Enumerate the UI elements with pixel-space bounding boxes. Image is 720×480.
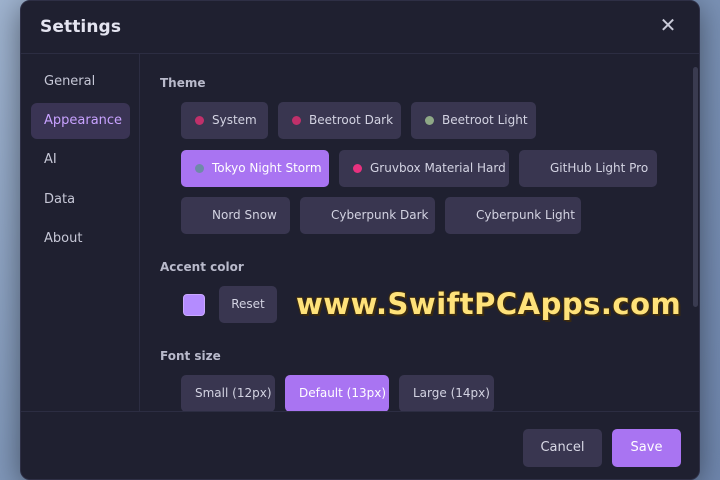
theme-option-nord-snow[interactable]: Nord Snow <box>181 197 290 234</box>
theme-option-label: Beetroot Dark <box>309 113 394 127</box>
theme-color-dot <box>195 211 204 220</box>
theme-option-cyberpunk-light[interactable]: Cyberpunk Light <box>445 197 581 234</box>
font-size-label: Font size <box>160 349 221 363</box>
accent-color-label: Accent color <box>160 260 244 274</box>
theme-option-label: Gruvbox Material Hard <box>370 161 506 175</box>
sidebar-item-general[interactable]: General <box>31 64 130 100</box>
theme-option-github-light-pro[interactable]: GitHub Light Pro <box>519 150 657 187</box>
theme-option-label: Nord Snow <box>212 208 277 222</box>
theme-color-dot <box>425 116 434 125</box>
theme-color-dot <box>533 164 542 173</box>
theme-option-beetroot-light[interactable]: Beetroot Light <box>411 102 536 139</box>
theme-color-dot <box>353 164 362 173</box>
theme-option-label: Cyberpunk Light <box>476 208 575 222</box>
settings-sidebar: General Appearance AI Data About <box>21 54 140 411</box>
theme-color-dot <box>195 116 204 125</box>
cancel-button[interactable]: Cancel <box>523 429 602 467</box>
theme-option-beetroot-dark[interactable]: Beetroot Dark <box>278 102 401 139</box>
dialog-footer: Cancel Save <box>21 411 699 479</box>
theme-option-tokyo-night-storm[interactable]: Tokyo Night Storm <box>181 150 329 187</box>
appearance-panel: Theme System Beetroot Dark Beetroot Ligh… <box>141 54 699 411</box>
content-scrollbar[interactable] <box>693 67 698 307</box>
accent-reset-button[interactable]: Reset <box>219 286 277 323</box>
theme-option-label: System <box>212 113 257 127</box>
sidebar-item-ai[interactable]: AI <box>31 142 130 178</box>
dialog-header: Settings ✕ <box>21 1 699 54</box>
font-size-option-default[interactable]: Default (13px) <box>285 375 389 411</box>
sidebar-item-appearance[interactable]: Appearance <box>31 103 130 139</box>
save-button[interactable]: Save <box>612 429 681 467</box>
dialog-title: Settings <box>40 17 122 37</box>
sidebar-item-about[interactable]: About <box>31 221 130 257</box>
theme-option-system[interactable]: System <box>181 102 268 139</box>
theme-option-cyberpunk-dark[interactable]: Cyberpunk Dark <box>300 197 435 234</box>
theme-color-dot <box>195 164 204 173</box>
accent-color-swatch[interactable] <box>183 294 205 316</box>
theme-option-label: GitHub Light Pro <box>550 161 649 175</box>
theme-color-dot <box>459 211 468 220</box>
close-icon[interactable]: ✕ <box>657 14 679 36</box>
theme-option-label: Beetroot Light <box>442 113 528 127</box>
theme-section-label: Theme <box>160 76 206 90</box>
theme-color-dot <box>314 211 323 220</box>
theme-option-label: Tokyo Night Storm <box>212 161 322 175</box>
theme-color-dot <box>292 116 301 125</box>
font-size-option-large[interactable]: Large (14px) <box>399 375 494 411</box>
sidebar-item-data[interactable]: Data <box>31 182 130 218</box>
settings-dialog: Settings ✕ General Appearance AI Data Ab… <box>20 0 700 480</box>
font-size-option-small[interactable]: Small (12px) <box>181 375 275 411</box>
theme-option-gruvbox-material-hard[interactable]: Gruvbox Material Hard <box>339 150 509 187</box>
theme-option-label: Cyberpunk Dark <box>331 208 429 222</box>
